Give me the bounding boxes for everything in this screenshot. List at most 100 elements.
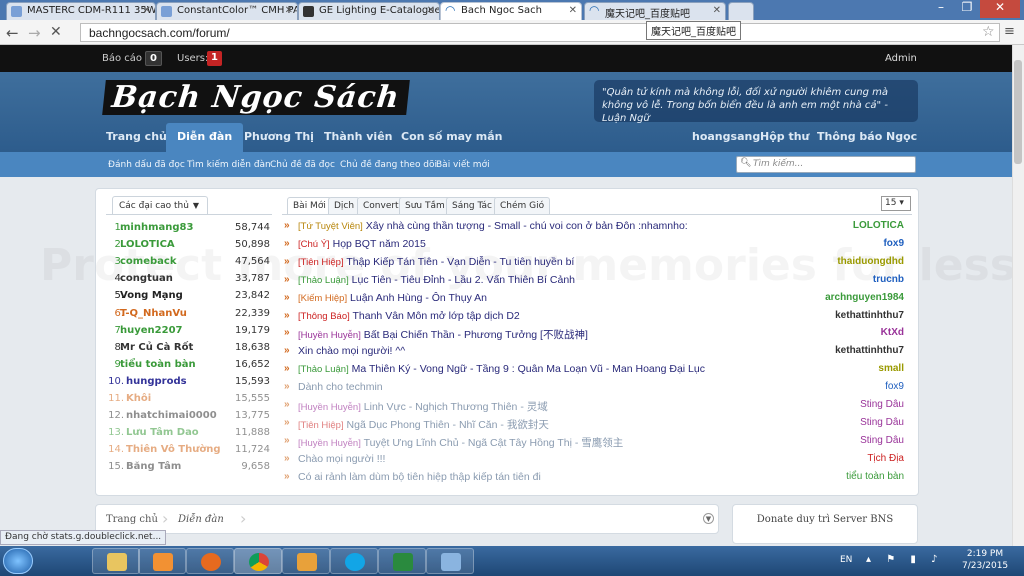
thread-author[interactable]: LOLOTICA: [853, 220, 904, 231]
nav-hop-thu[interactable]: Hộp thư: [760, 130, 809, 143]
thread-link[interactable]: [Tứ Tuyệt Viên] Xây nhà cùng thần tượng …: [298, 220, 688, 232]
close-tab-icon[interactable]: ✕: [143, 5, 151, 16]
users-count-badge[interactable]: 1: [207, 51, 222, 66]
top-user-name[interactable]: hungprods: [126, 376, 187, 387]
search-input[interactable]: 🔍︎ Tìm kiếm...: [736, 156, 916, 173]
taskbar-excel[interactable]: [378, 548, 426, 574]
nav-con-so-may-man[interactable]: Con số may mắn: [401, 130, 503, 143]
thread-link[interactable]: Dành cho techmin: [298, 381, 383, 393]
thread-author[interactable]: thaiduongdhd: [837, 256, 904, 267]
reports-count-badge[interactable]: 0: [145, 51, 162, 66]
taskbar-skype[interactable]: [330, 548, 378, 574]
site-logo[interactable]: Bạch Ngọc Sách: [102, 80, 410, 115]
top-user-name[interactable]: Thiên Vô Thường: [126, 444, 221, 455]
close-window-icon[interactable]: ✕: [980, 0, 1020, 18]
subnav-new-posts[interactable]: Bài viết mới: [436, 160, 490, 170]
tab-suu-tam[interactable]: Sưu Tầm: [399, 197, 451, 215]
thread-link[interactable]: [Tiên Hiệp] Thập Kiếp Tán Tiên - Vạn Diễ…: [298, 256, 574, 268]
nav-trang-chu[interactable]: Trang chủ: [106, 130, 167, 143]
tab-bai-moi[interactable]: Bài Mới: [287, 197, 332, 215]
nav-thong-bao[interactable]: Thông báo: [817, 130, 882, 143]
forward-arrow-icon[interactable]: →: [28, 24, 41, 42]
collapse-icon[interactable]: ▼: [703, 513, 714, 524]
taskbar-paint[interactable]: [426, 548, 474, 574]
thread-author[interactable]: fox9: [885, 381, 904, 392]
thread-author[interactable]: Sting Dâu: [860, 435, 904, 446]
thread-author[interactable]: kethattinhthu7: [835, 345, 904, 356]
tab-sang-tac[interactable]: Sáng Tác: [446, 197, 498, 215]
url-input[interactable]: bachngocsach.com/forum/: [80, 23, 1000, 42]
thread-author[interactable]: archnguyen1984: [825, 292, 904, 303]
tab-chem-gio[interactable]: Chém Gió: [494, 197, 551, 215]
nav-dien-dan[interactable]: Diễn đàn: [166, 123, 244, 152]
top-user-name[interactable]: T-Q_NhanVu: [120, 308, 187, 319]
thread-link[interactable]: [Tiên Hiệp] Ngã Dục Phong Thiên - Nhĩ Că…: [298, 417, 549, 432]
browser-tab-1[interactable]: ConstantColor™ CMH PAR ✕: [156, 2, 298, 20]
start-button-icon[interactable]: [3, 548, 33, 574]
thread-author[interactable]: Sting Dâu: [860, 399, 904, 410]
nav-phuong-thi[interactable]: Phương Thị: [244, 130, 314, 143]
close-tab-icon[interactable]: ✕: [713, 5, 721, 16]
thread-link[interactable]: [Chú Ý] Họp BQT năm 2015: [298, 238, 426, 250]
subnav-watched-threads[interactable]: Chủ đề đang theo dõi: [340, 160, 437, 170]
top-user-name[interactable]: nhatchimai0000: [126, 410, 217, 421]
nav-user-hoangsang[interactable]: hoangsang: [692, 130, 760, 143]
thread-author[interactable]: KtXd: [881, 327, 904, 338]
maximize-icon[interactable]: ❐: [954, 0, 980, 18]
new-tab-button[interactable]: [728, 2, 754, 20]
top-user-name[interactable]: Mr Củ Cà Rốt: [120, 342, 193, 353]
browser-tab-4[interactable]: ◠ 魔天记吧_百度贴吧 ✕: [584, 2, 726, 20]
close-tab-icon[interactable]: ✕: [427, 5, 435, 16]
back-arrow-icon[interactable]: ←: [6, 24, 19, 42]
close-tab-icon[interactable]: ✕: [569, 5, 577, 16]
scrollbar-thumb[interactable]: [1014, 60, 1022, 164]
nav-thanh-vien[interactable]: Thành viên: [324, 130, 392, 143]
tab-convert[interactable]: Convert: [357, 197, 405, 215]
thread-link[interactable]: [Thông Báo] Thanh Vân Môn mở lớp tập dịc…: [298, 310, 520, 322]
bookmark-star-icon[interactable]: ☆: [982, 24, 995, 40]
minimize-icon[interactable]: –: [928, 0, 954, 18]
close-tab-icon[interactable]: ✕: [285, 5, 293, 16]
thread-author[interactable]: fox9: [883, 238, 904, 249]
thread-author[interactable]: trucnb: [873, 274, 904, 285]
browser-tab-2[interactable]: GE Lighting E-Catalogue | ✕: [298, 2, 440, 20]
thread-link[interactable]: [Thảo Luận] Ma Thiên Ký - Vong Ngữ - Tần…: [298, 363, 705, 375]
per-page-select[interactable]: 15 ▾: [881, 196, 911, 211]
browser-tab-0[interactable]: MASTERC CDM-R111 35W ✕: [6, 2, 156, 20]
thread-author[interactable]: small: [878, 363, 904, 374]
thread-author[interactable]: kethattinhthu7: [835, 310, 904, 321]
taskbar-outlook[interactable]: [282, 548, 330, 574]
thread-author[interactable]: Sting Dâu: [860, 417, 904, 428]
top-user-name[interactable]: congtuan: [120, 273, 173, 284]
thread-link[interactable]: [Huyền Huyễn] Bất Bại Chiến Thần - Phươn…: [298, 327, 588, 342]
subnav-mark-read[interactable]: Đánh dấu đã đọc: [108, 160, 185, 170]
breadcrumb-forum[interactable]: Diễn đàn: [178, 514, 224, 525]
subnav-read-threads[interactable]: Chủ đề đã đọc: [270, 160, 335, 170]
breadcrumb-home[interactable]: Trang chủ: [106, 514, 158, 525]
thread-author[interactable]: tiểu toàn bàn: [846, 471, 904, 482]
taskbar-firefox[interactable]: [186, 548, 234, 574]
taskbar-media-player[interactable]: [138, 548, 186, 574]
thread-link[interactable]: Có ai rảnh làm dùm bộ tiên hiệp thập kiế…: [298, 471, 541, 483]
thread-link[interactable]: [Huyền Huyễn] Linh Vực - Nghịch Thương T…: [298, 399, 548, 414]
language-indicator[interactable]: EN: [840, 555, 852, 565]
stop-loading-icon[interactable]: ✕: [50, 24, 62, 40]
top-user-name[interactable]: Lưu Tâm Dao: [126, 427, 199, 438]
tray-icons[interactable]: ▴ ⚑ ▮ ♪: [866, 554, 943, 565]
thread-link[interactable]: Xin chào mọi người! ^^: [298, 345, 405, 357]
top-user-name[interactable]: Khôi: [126, 393, 151, 404]
taskbar-clock[interactable]: 2:19 PM 7/23/2015: [962, 548, 1008, 572]
thread-link[interactable]: [Huyền Huyễn] Tuyệt Ưng Lĩnh Chủ - Ngã C…: [298, 435, 623, 450]
thread-link[interactable]: [Thảo Luận] Lục Tiên - Tiêu Đỉnh - Lầu 2…: [298, 274, 575, 286]
top-user-name[interactable]: comeback: [120, 256, 176, 267]
top-user-name[interactable]: Băng Tâm: [126, 461, 181, 472]
thread-link[interactable]: Chào mọi người !!!: [298, 453, 385, 465]
taskbar-explorer[interactable]: [92, 548, 140, 574]
admin-link[interactable]: Admin: [885, 53, 917, 64]
top-user-name[interactable]: minhmang83: [120, 222, 193, 233]
taskbar-chrome[interactable]: [234, 548, 282, 574]
top-users-dropdown[interactable]: Các đại cao thủ ▼: [112, 196, 208, 215]
top-user-name[interactable]: LOLOTICA: [120, 239, 175, 250]
browser-tab-3[interactable]: ◠ Bach Ngoc Sach ✕: [440, 2, 582, 20]
thread-author[interactable]: Tịch Địa: [867, 453, 904, 464]
